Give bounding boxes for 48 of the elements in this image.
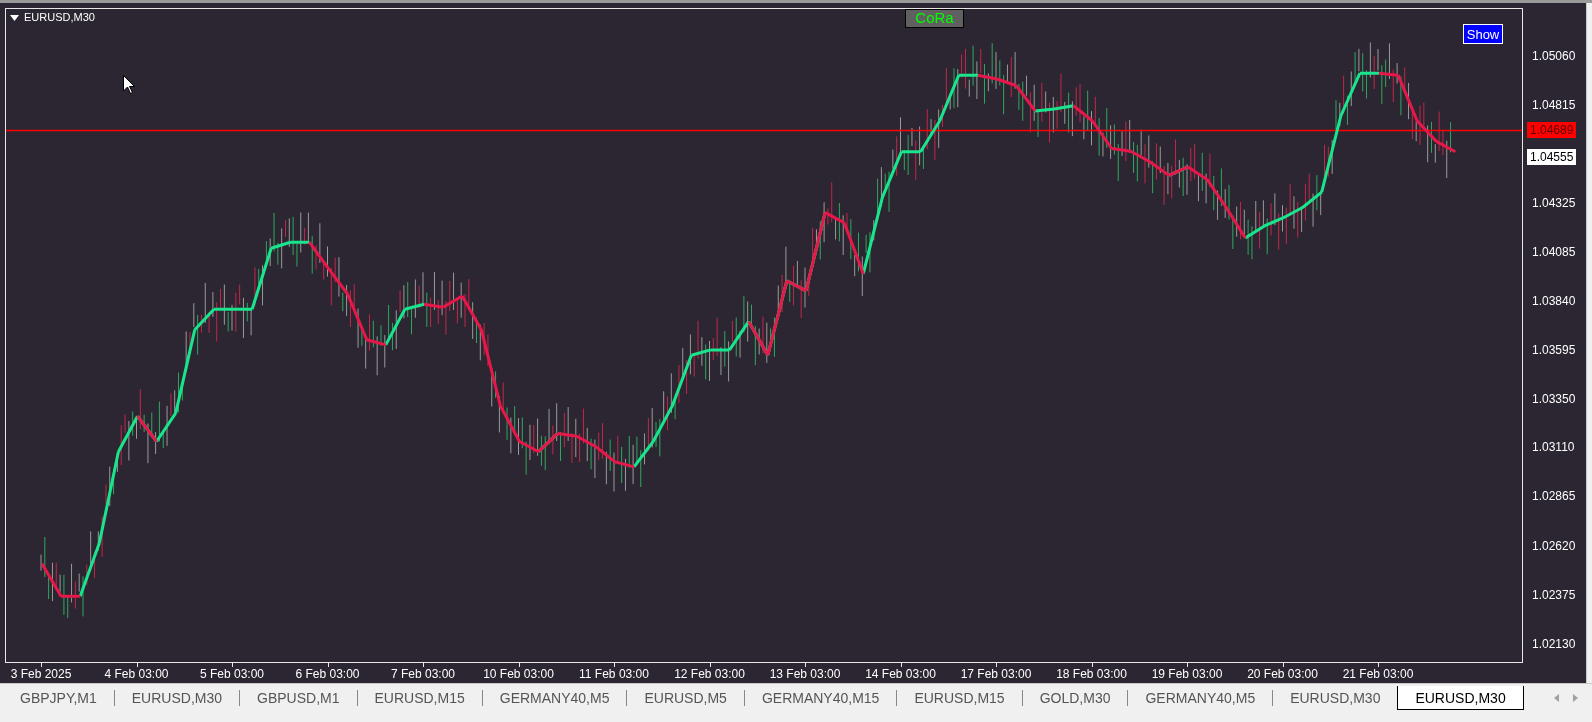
time-axis-label: 11 Feb 03:00 (579, 667, 649, 681)
chart-tab[interactable]: GBPUSD,M1 (240, 686, 357, 710)
chart-tab[interactable]: GERMANY40,M5 (482, 686, 627, 710)
cursor-icon (123, 75, 135, 94)
price-axis-label: 1.03595 (1532, 341, 1576, 358)
scroll-right-icon[interactable] (1573, 694, 1578, 702)
chart-tab[interactable]: EURUSD,M30 (1397, 686, 1524, 710)
time-axis-label: 6 Feb 03:00 (295, 667, 360, 681)
time-axis-label: 21 Feb 03:00 (1342, 667, 1414, 681)
chart-tab[interactable]: EURUSD,M15 (897, 686, 1022, 710)
time-axis-label: 10 Feb 03:00 (483, 667, 554, 681)
price-line-label: 1.04689 (1527, 122, 1577, 139)
time-axis-label: 13 Feb 03:00 (769, 667, 841, 681)
price-axis-label: 1.02865 (1532, 488, 1576, 505)
time-axis-label: 18 Feb 03:00 (1056, 667, 1127, 681)
price-axis-label: 1.03110 (1532, 439, 1575, 456)
price-axis-label: 1.02130 (1532, 635, 1576, 652)
time-axis-label: 4 Feb 03:00 (104, 667, 169, 681)
time-axis-label: 17 Feb 03:00 (960, 667, 1032, 681)
price-axis-label: 1.04815 (1532, 97, 1576, 114)
time-axis-label: 14 Feb 03:00 (865, 667, 936, 681)
chart-tab[interactable]: GERMANY40,M15 (744, 686, 897, 710)
time-axis-label: 5 Feb 03:00 (199, 667, 265, 681)
price-axis-label: 1.05060 (1532, 47, 1576, 64)
time-axis-label: 7 Feb 03:00 (390, 667, 456, 681)
indicator-label: CoRa (905, 9, 964, 28)
chart-tab[interactable]: EURUSD,M5 (627, 686, 744, 710)
price-axis-label: 1.02375 (1532, 586, 1576, 603)
price-axis-label: 1.03840 (1532, 292, 1576, 309)
time-axis-label: 3 Feb 2025 (10, 667, 72, 681)
chart-tab[interactable]: GBPJPY,M1 (3, 686, 114, 710)
chart-symbol: EURUSD,M30 (24, 12, 95, 23)
current-price-label: 1.04555 (1527, 149, 1577, 166)
time-axis-label: 20 Feb 03:00 (1247, 667, 1318, 681)
dropdown-triangle-icon[interactable] (10, 14, 19, 21)
show-button[interactable]: Show (1463, 24, 1503, 44)
price-axis-label: 1.04325 (1532, 195, 1576, 212)
time-axis-label: 12 Feb 03:00 (674, 667, 745, 681)
price-axis-label: 1.03350 (1532, 391, 1576, 408)
chart-tab[interactable]: GOLD,M30 (1022, 686, 1128, 710)
scroll-left-icon[interactable] (1554, 694, 1559, 702)
chart-tab[interactable]: EURUSD,M30 (114, 686, 240, 710)
price-axis-label: 1.02620 (1532, 537, 1576, 554)
price-axis-label: 1.04085 (1532, 243, 1576, 260)
chart-tab[interactable]: EURUSD,M15 (357, 686, 482, 710)
chart-tab[interactable]: GERMANY40,M5 (1128, 686, 1273, 710)
time-axis-label: 19 Feb 03:00 (1151, 667, 1223, 681)
chart-tab[interactable]: EURUSD,M30 (1273, 686, 1398, 710)
